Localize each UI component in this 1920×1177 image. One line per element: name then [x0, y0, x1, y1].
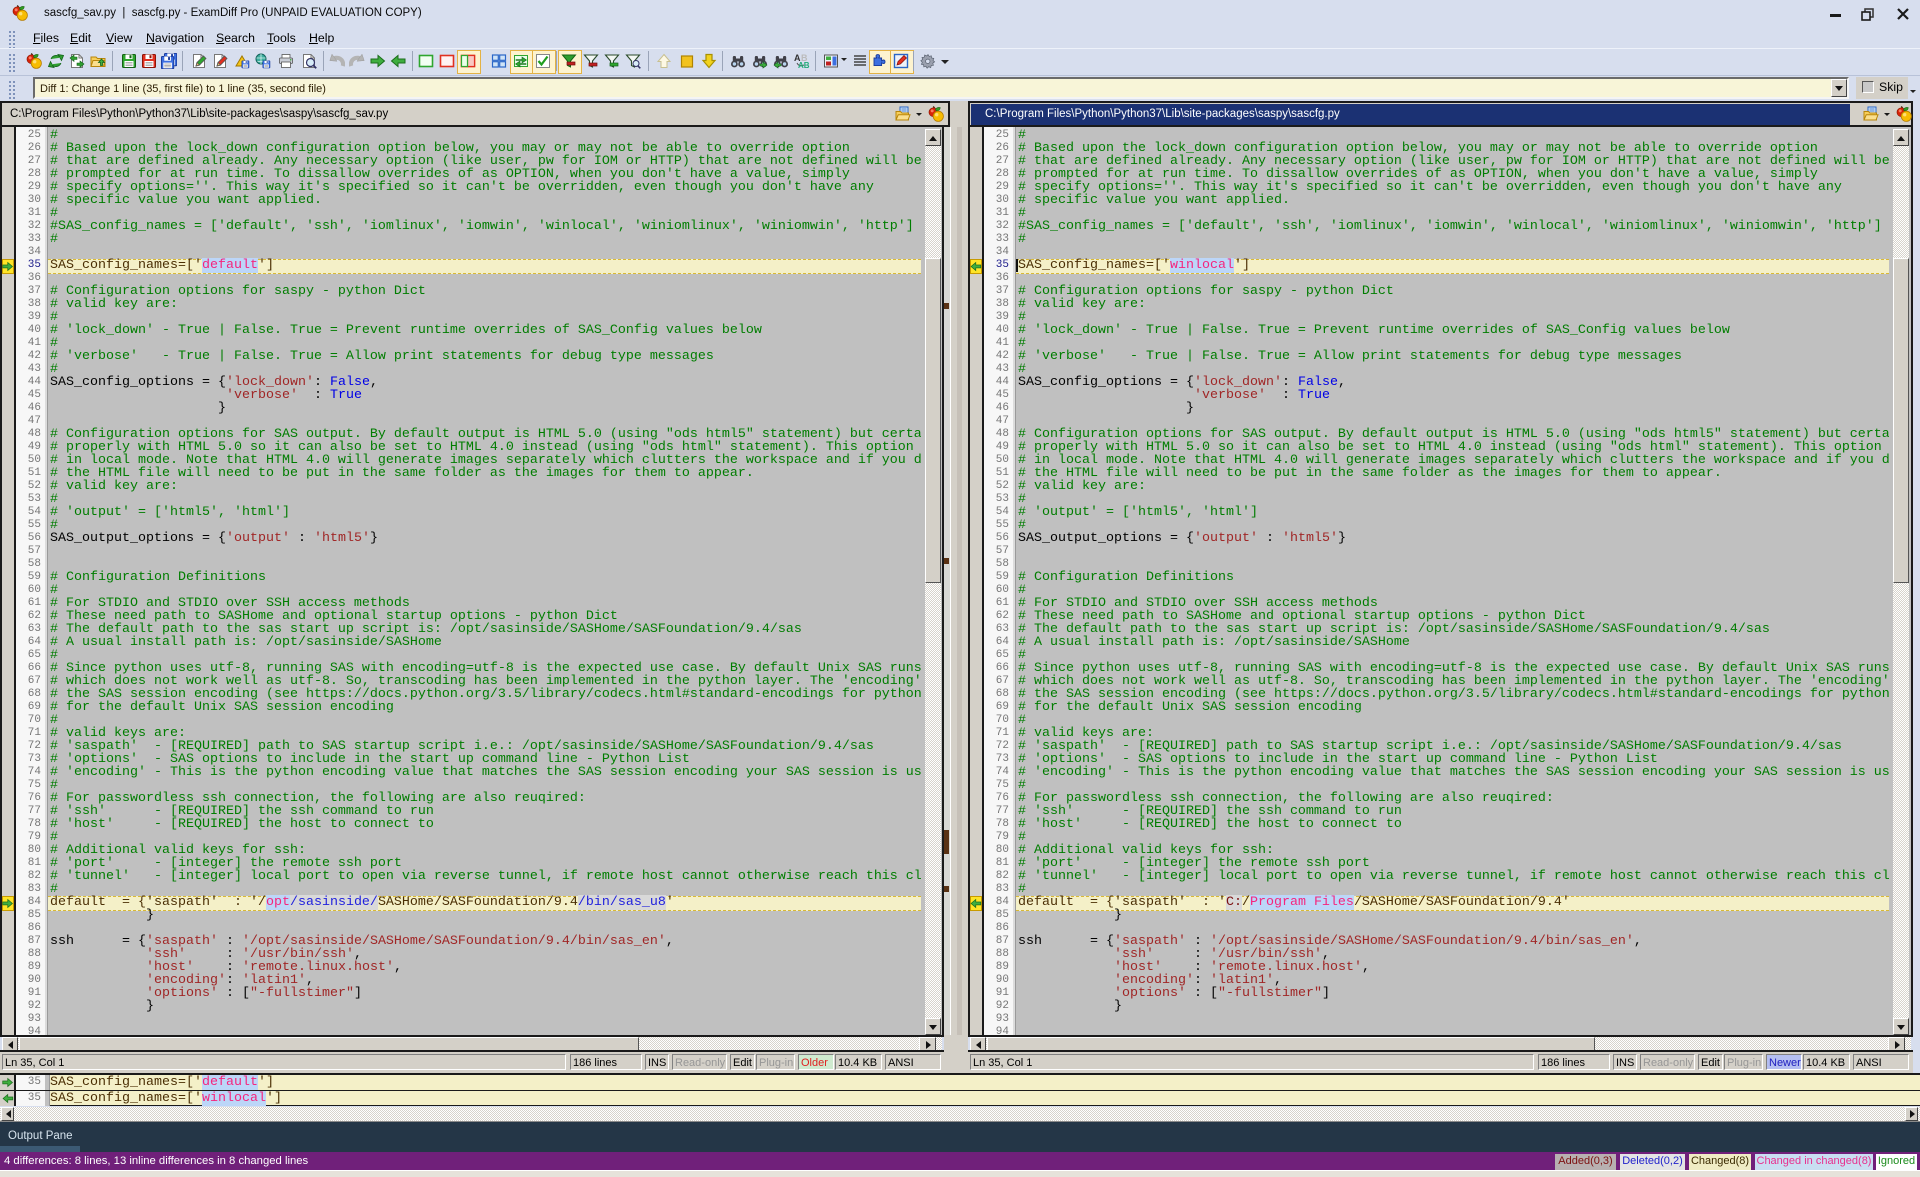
svg-text:AB: AB [798, 61, 810, 69]
